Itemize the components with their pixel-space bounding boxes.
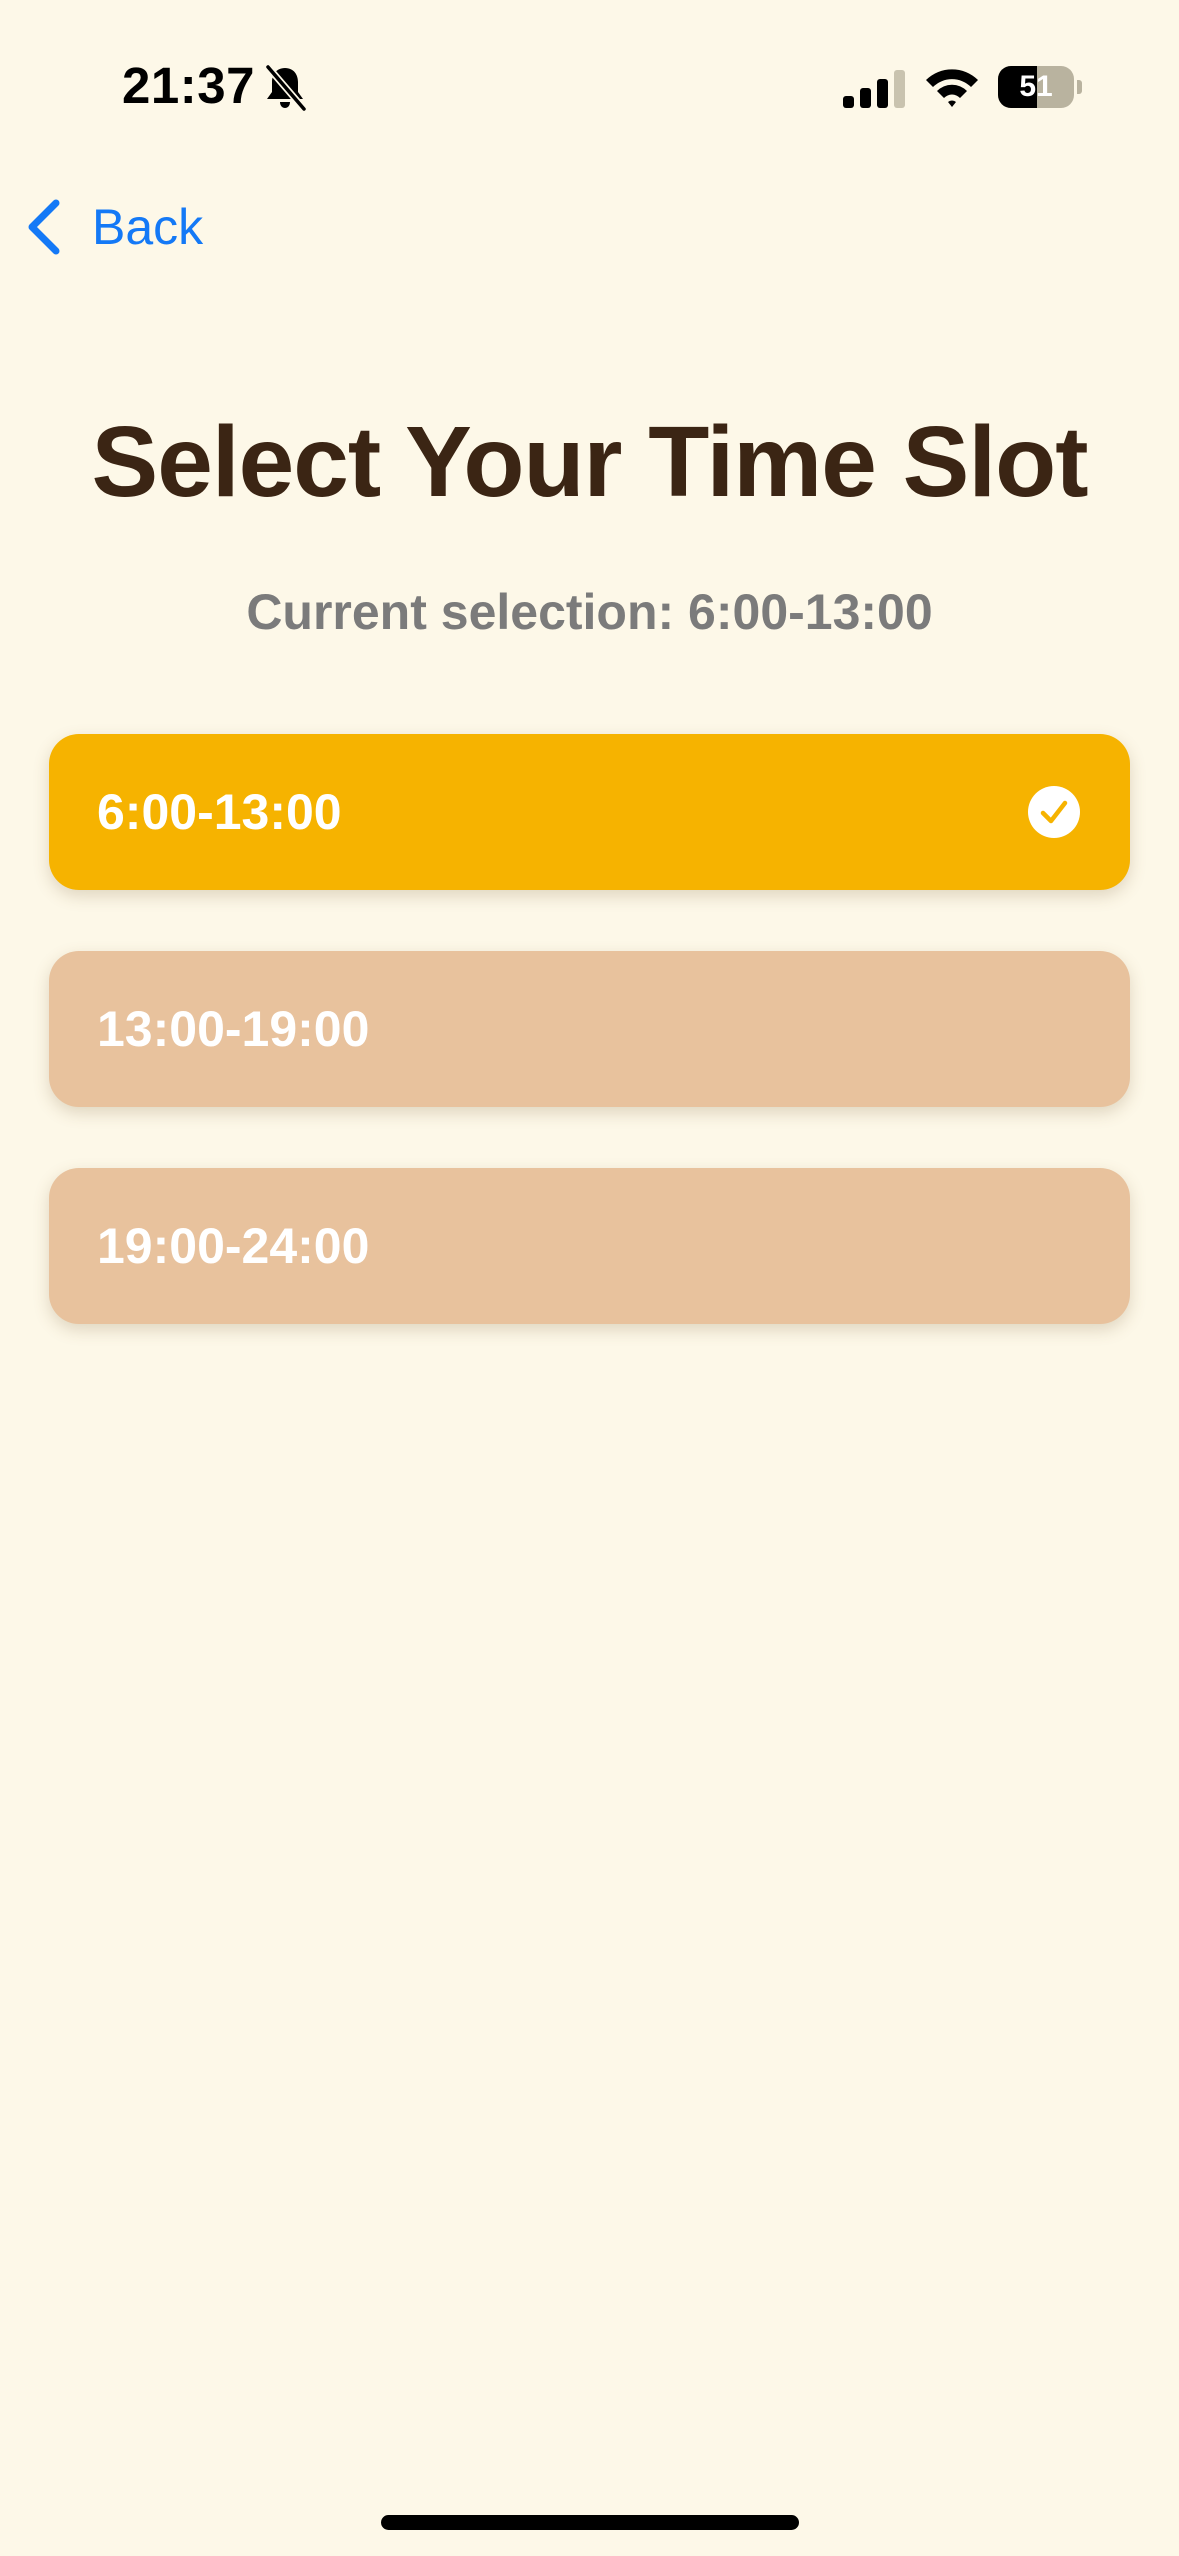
chevron-left-icon bbox=[28, 199, 60, 255]
current-selection-text: Current selection: 6:00-13:00 bbox=[246, 584, 933, 640]
page-title: Select Your Time Slot bbox=[91, 406, 1089, 518]
status-bar: 21:37 51 bbox=[0, 0, 1179, 150]
checkmark-circle-icon bbox=[1028, 786, 1080, 838]
battery-cap bbox=[1077, 80, 1082, 94]
time-slot-option[interactable]: 13:00-19:00 bbox=[49, 951, 1130, 1107]
time-slot-label: 19:00-24:00 bbox=[97, 1218, 370, 1274]
wifi-icon bbox=[926, 69, 978, 107]
back-button[interactable]: Back bbox=[24, 190, 203, 264]
bell-slash-icon bbox=[264, 64, 307, 112]
time-slot-label: 6:00-13:00 bbox=[97, 784, 342, 840]
cellular-signal-icon bbox=[843, 70, 905, 108]
battery-level: 51 bbox=[1019, 70, 1053, 103]
status-time: 21:37 bbox=[122, 57, 255, 114]
time-slot-option[interactable]: 19:00-24:00 bbox=[49, 1168, 1130, 1324]
time-slot-label: 13:00-19:00 bbox=[97, 1001, 370, 1057]
battery-body: 51 bbox=[998, 66, 1074, 108]
time-slot-list: 6:00-13:00 13:00-19:00 19:00-24:00 bbox=[49, 734, 1130, 1385]
battery-indicator: 51 bbox=[998, 66, 1082, 108]
time-slot-option[interactable]: 6:00-13:00 bbox=[49, 734, 1130, 890]
back-label: Back bbox=[92, 199, 204, 255]
home-indicator[interactable] bbox=[381, 2515, 799, 2530]
